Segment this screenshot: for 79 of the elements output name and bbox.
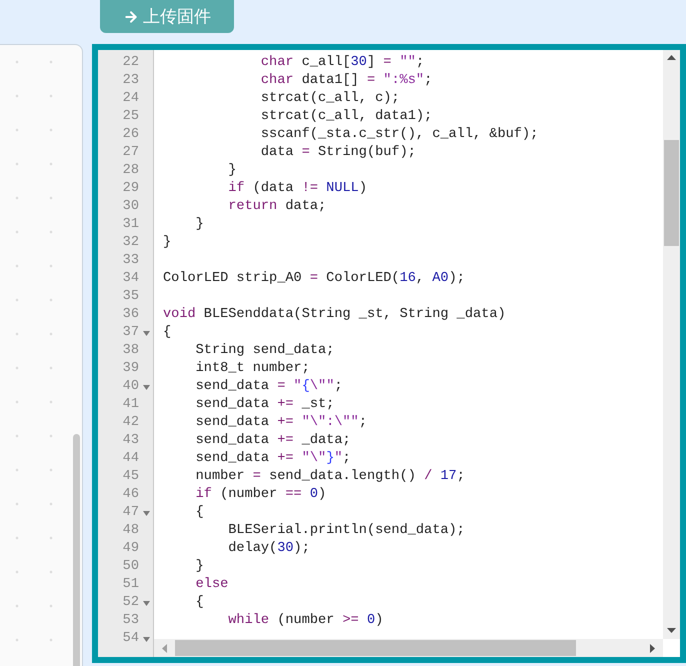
line-number: 35	[122, 288, 139, 306]
code-line: sscanf(_sta.c_str(), c_all, &buf);	[260, 126, 538, 144]
line-number: 42	[122, 414, 139, 432]
line-number: 39	[122, 360, 139, 378]
code-line: send_data = "{\"";	[194, 378, 343, 396]
line-number: 33	[122, 252, 139, 270]
code-line: number = send_data.length() / 17;	[194, 468, 465, 486]
line-number: 25	[122, 108, 139, 126]
line-number: 52	[122, 594, 139, 612]
line-number: 29	[122, 180, 139, 198]
code-line: }	[194, 558, 204, 576]
line-number: 22	[122, 54, 139, 72]
scroll-down-icon[interactable]	[667, 628, 676, 633]
code-line: return data;	[227, 198, 326, 216]
code-line: while (number >= 0)	[227, 612, 384, 630]
code-line: send_data += _st;	[194, 396, 334, 414]
line-number: 51	[122, 576, 139, 594]
scrollbar-thumb[interactable]	[664, 140, 679, 246]
horizontal-scrollbar[interactable]	[154, 639, 663, 657]
code-line: send_data += "\"}";	[194, 450, 351, 468]
arrow-right-icon	[123, 8, 139, 24]
code-line: delay(30);	[227, 540, 310, 558]
code-line: }	[227, 162, 236, 180]
fold-toggle[interactable]	[143, 511, 150, 516]
code-line: if (number == 0)	[194, 486, 326, 504]
line-number: 48	[122, 522, 139, 540]
scrollbar-thumb[interactable]	[175, 640, 576, 656]
line-number: 47	[122, 504, 139, 522]
line-number: 31	[122, 216, 139, 234]
code-line: if (data != NULL)	[227, 180, 367, 198]
upload-button[interactable]: 上传固件	[100, 0, 234, 33]
scroll-up-icon[interactable]	[667, 55, 676, 60]
code-line: char c_all[30] = "";	[260, 54, 424, 72]
line-number: 36	[122, 306, 139, 324]
scroll-right-icon[interactable]	[650, 644, 655, 652]
code-line: }	[163, 234, 172, 252]
fold-toggle[interactable]	[143, 385, 150, 390]
code-line: strcat(c_all, c);	[260, 90, 400, 108]
line-number: 32	[122, 234, 139, 252]
line-number: 24	[122, 90, 139, 108]
line-number: 34	[122, 270, 139, 288]
code-line: ColorLED strip_A0 = ColorLED(16, A0);	[163, 270, 465, 288]
line-number: 26	[122, 126, 139, 144]
code-line: String send_data;	[194, 342, 334, 360]
line-number: 46	[122, 486, 139, 504]
line-number: 30	[122, 198, 139, 216]
code-line: {	[194, 594, 204, 612]
line-number: 40	[122, 378, 139, 396]
fold-toggle[interactable]	[143, 637, 150, 642]
fold-toggle[interactable]	[143, 601, 150, 606]
code-line: strcat(c_all, data1);	[260, 108, 432, 126]
line-number: 28	[122, 162, 139, 180]
code-line: data = String(buf);	[260, 144, 416, 162]
code-line: char data1[] = ":%s";	[260, 72, 432, 90]
code-line: int8_t number;	[194, 360, 310, 378]
line-number: 50	[122, 558, 139, 576]
code-line: send_data += _data;	[194, 432, 351, 450]
code-line: void BLESenddata(String _st, String _data)	[163, 306, 506, 324]
line-number: 43	[122, 432, 139, 450]
line-number: 53	[122, 612, 139, 630]
line-number: 27	[122, 144, 139, 162]
line-number: 23	[122, 72, 139, 90]
code-line: send_data += "\":\"";	[194, 414, 367, 432]
fold-toggle[interactable]	[143, 331, 150, 336]
line-number: 49	[122, 540, 139, 558]
code-line: else	[194, 576, 228, 594]
line-number: 38	[122, 342, 139, 360]
line-number: 44	[122, 450, 139, 468]
code-line: {	[163, 324, 172, 342]
line-number: 54	[122, 630, 139, 648]
vertical-scrollbar[interactable]	[663, 50, 680, 639]
line-number: 37	[122, 324, 139, 342]
line-number: 41	[122, 396, 139, 414]
code-line: {	[194, 504, 204, 522]
code-line: BLESerial.println(send_data);	[227, 522, 465, 540]
scrollbar-thumb[interactable]	[73, 434, 80, 666]
code-line: }	[194, 216, 204, 234]
scroll-left-icon[interactable]	[162, 644, 167, 652]
line-number: 45	[122, 468, 139, 486]
